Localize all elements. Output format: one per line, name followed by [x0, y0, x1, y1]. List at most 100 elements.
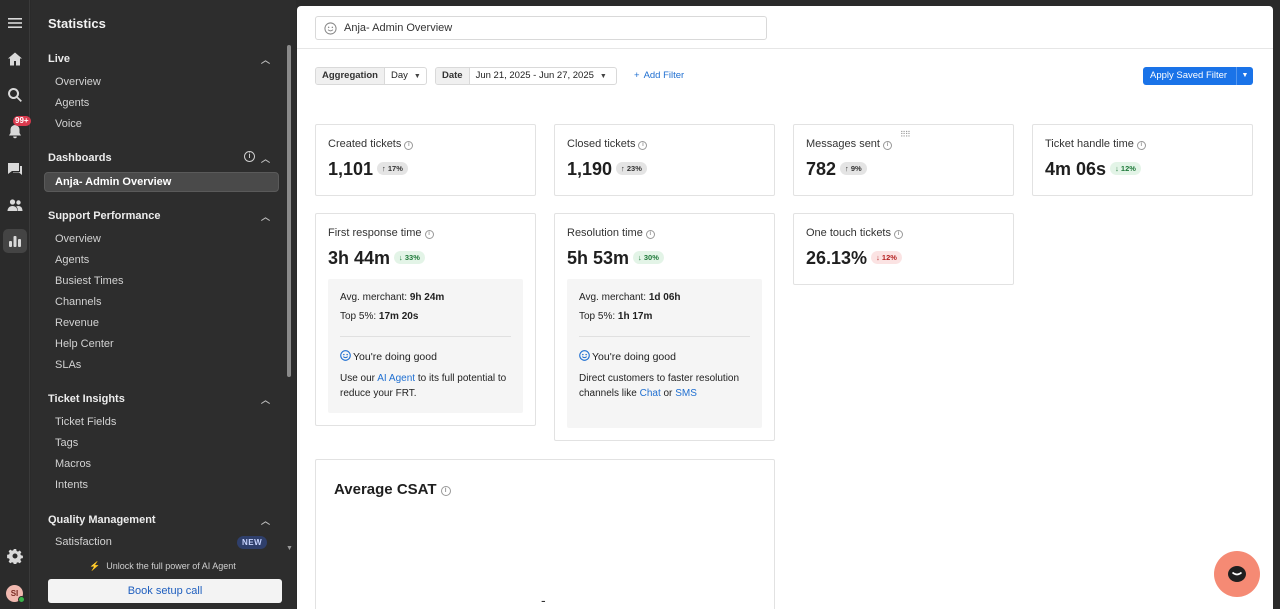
sidebar-scrollbar[interactable] — [287, 45, 291, 377]
feedback-good: You're doing good — [340, 350, 437, 363]
info-icon[interactable]: i — [645, 230, 655, 239]
info-icon[interactable]: i — [244, 151, 255, 162]
date-label: Date — [436, 68, 470, 84]
card-created-tickets[interactable]: Created tickets i 1,101 ↑ 17% — [315, 124, 536, 196]
emoji-icon[interactable] — [324, 22, 337, 35]
resolution-advice: Direct customers to faster resolution ch… — [579, 373, 740, 399]
unlock-ai-agent-text: ⚡ Unlock the full power of AI Agent — [89, 561, 236, 571]
card-average-csat[interactable]: Average CSAT i - — [315, 459, 775, 609]
lightning-icon: ⚡ — [89, 561, 101, 571]
card-one-touch-tickets[interactable]: One touch tickets i 26.13% ↓ 12% — [793, 213, 1014, 285]
dashboard-header: Anja- Admin Overview — [297, 6, 1273, 49]
info-icon[interactable]: i — [894, 230, 903, 239]
icon-rail: 99+ SI — [0, 0, 31, 609]
divider — [340, 336, 511, 337]
chevron-up-icon[interactable]: ︿ — [261, 514, 270, 527]
chevron-up-icon[interactable]: ︿ — [261, 393, 270, 406]
card-first-response-time[interactable]: First response time i 3h 44m ↓ 33% Avg. me… — [315, 213, 536, 426]
section-quality-management[interactable]: Quality Management ︿ — [48, 514, 270, 526]
sidebar-item-live-voice[interactable]: Voice — [55, 118, 82, 130]
drag-handle-icon[interactable]: ⠿⠿ — [900, 130, 911, 139]
bar-chart-icon[interactable] — [3, 229, 27, 253]
caret-down-icon: ▼ — [413, 73, 421, 80]
caret-down-icon: ▼ — [599, 73, 607, 80]
csat-value: - — [541, 592, 546, 608]
chevron-up-icon[interactable]: ︿ — [261, 210, 270, 223]
notification-badge: 99+ — [13, 116, 31, 126]
sidebar-item-live-agents[interactable]: Agents — [55, 97, 89, 109]
sidebar-item-live-overview[interactable]: Overview — [55, 76, 101, 88]
dashboard-title: Anja- Admin Overview — [344, 22, 453, 34]
csat-title: Average CSAT i — [334, 481, 451, 498]
sidebar-item-channels[interactable]: Channels — [55, 296, 101, 308]
section-live[interactable]: Live ︿ — [48, 53, 270, 65]
change-pill: ↑ 17% — [377, 162, 408, 175]
caret-down-icon[interactable]: ▼ — [1236, 67, 1253, 85]
ai-agent-link[interactable]: AI Agent — [377, 373, 415, 384]
sidebar-item-sp-overview[interactable]: Overview — [55, 233, 101, 245]
book-setup-call-button[interactable]: Book setup call — [48, 579, 282, 603]
sidebar: Statistics Live ︿ Overview Agents Voice … — [31, 0, 296, 609]
change-pill: ↑ 23% — [616, 162, 647, 175]
card-closed-tickets[interactable]: Closed tickets i 1,190 ↑ 23% — [554, 124, 775, 196]
sidebar-item-macros[interactable]: Macros — [55, 458, 91, 470]
sms-link[interactable]: SMS — [675, 388, 697, 399]
info-icon[interactable]: i — [1136, 141, 1146, 150]
section-dashboards[interactable]: Dashboards i ︿ — [48, 151, 270, 165]
change-pill: ↑ 9% — [840, 162, 867, 175]
change-pill: ↓ 12% — [871, 251, 902, 264]
sidebar-item-ticket-fields[interactable]: Ticket Fields — [55, 416, 116, 428]
chat-icon[interactable] — [3, 157, 27, 181]
home-icon[interactable] — [3, 47, 27, 71]
sidebar-item-revenue[interactable]: Revenue — [55, 317, 99, 329]
info-icon[interactable]: i — [882, 141, 892, 150]
info-icon[interactable]: i — [638, 141, 648, 150]
sidebar-item-slas[interactable]: SLAs — [55, 359, 81, 371]
add-filter-button[interactable]: + Add Filter — [634, 70, 684, 81]
settings-icon[interactable] — [3, 544, 27, 568]
aggregation-filter[interactable]: Aggregation Day ▼ — [315, 67, 427, 85]
avatar[interactable]: SI — [6, 585, 25, 603]
sidebar-item-help-center[interactable]: Help Center — [55, 338, 114, 350]
chevron-up-icon[interactable]: ︿ — [261, 152, 270, 165]
info-icon[interactable]: i — [424, 230, 434, 239]
card-messages-sent[interactable]: ⠿⠿ Messages sent i 782 ↑ 9% — [793, 124, 1014, 196]
card-ticket-handle-time[interactable]: Ticket handle time i 4m 06s ↓ 12% — [1032, 124, 1253, 196]
new-badge: NEW — [237, 536, 268, 549]
chat-bubble-icon — [1228, 566, 1246, 582]
chat-link[interactable]: Chat — [640, 388, 661, 399]
dashboard-title-input[interactable]: Anja- Admin Overview — [315, 16, 767, 40]
card-resolution-time[interactable]: Resolution time i 5h 53m ↓ 30% Avg. mercha… — [554, 213, 775, 441]
sidebar-item-busiest-times[interactable]: Busiest Times — [55, 275, 123, 287]
users-icon[interactable] — [3, 193, 27, 217]
section-support-performance[interactable]: Support Performance ︿ — [48, 210, 270, 222]
change-pill: ↓ 12% — [1110, 162, 1141, 175]
online-status-dot — [18, 596, 25, 603]
sidebar-title: Statistics — [48, 16, 106, 31]
scroll-down-icon[interactable]: ▼ — [286, 545, 293, 552]
chevron-up-icon[interactable]: ︿ — [261, 53, 270, 66]
date-range-select[interactable]: Jun 21, 2025 - Jun 27, 2025 ▼ — [470, 68, 613, 84]
smiley-icon — [340, 350, 351, 361]
date-filter[interactable]: Date Jun 21, 2025 - Jun 27, 2025 ▼ — [435, 67, 617, 85]
main-panel: Anja- Admin Overview Aggregation Day ▼ Da… — [297, 6, 1273, 609]
frt-benchmark-panel: Avg. merchant: 9h 24m Top 5%: 17m 20s Yo… — [328, 279, 523, 413]
feedback-good: You're doing good — [579, 350, 676, 363]
sidebar-item-anja-admin-overview[interactable]: Anja- Admin Overview — [44, 172, 279, 192]
aggregation-select[interactable]: Day ▼ — [385, 68, 426, 84]
chat-widget-button[interactable] — [1214, 551, 1260, 597]
resolution-benchmark-panel: Avg. merchant: 1d 06h Top 5%: 1h 17m You… — [567, 279, 762, 428]
search-icon[interactable] — [3, 83, 27, 107]
sidebar-item-sp-agents[interactable]: Agents — [55, 254, 89, 266]
sidebar-item-tags[interactable]: Tags — [55, 437, 78, 449]
section-ticket-insights[interactable]: Ticket Insights ︿ — [48, 393, 270, 405]
menu-icon[interactable] — [3, 11, 27, 35]
sidebar-item-intents[interactable]: Intents — [55, 479, 88, 491]
apply-saved-filter-button[interactable]: Apply Saved Filter ▼ — [1143, 67, 1253, 85]
plus-icon: + — [634, 70, 640, 81]
aggregation-label: Aggregation — [316, 68, 385, 84]
sidebar-item-satisfaction[interactable]: Satisfaction — [55, 536, 112, 548]
info-icon[interactable]: i — [404, 141, 414, 150]
smiley-icon — [579, 350, 590, 361]
info-icon[interactable]: i — [440, 486, 451, 496]
